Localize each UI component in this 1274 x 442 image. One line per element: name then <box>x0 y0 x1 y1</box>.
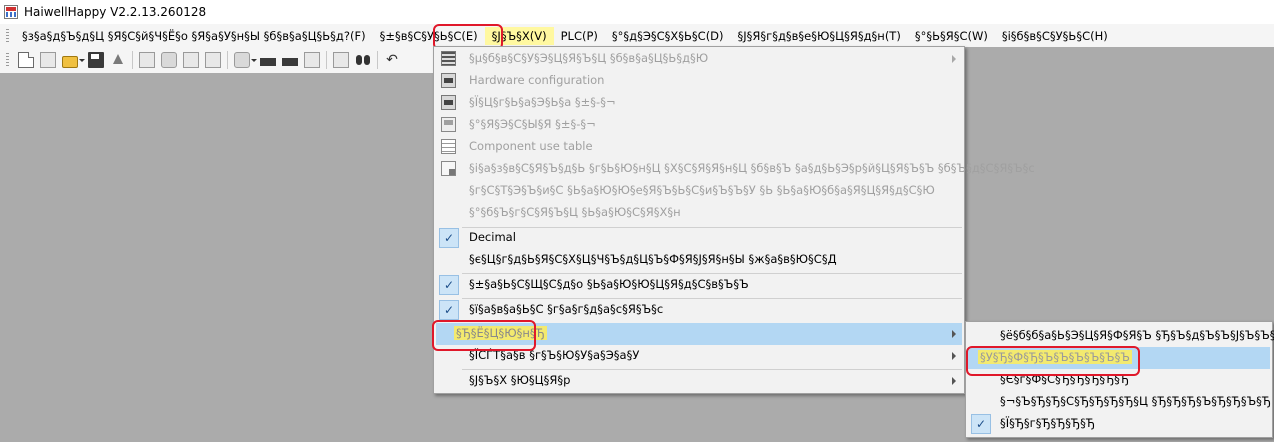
menu-item-hardware-configuration[interactable]: Hardware configuration <box>436 70 962 92</box>
menu-item-multi-plc[interactable]: §Ї§Ц§г§Ь§а§Э§Ь§а §±§-§¬ <box>436 92 962 114</box>
toolbar-grip[interactable] <box>6 53 9 67</box>
open-folder-icon[interactable] <box>62 55 78 68</box>
window-title: HaiwellHappy V2.2.13.260128 <box>24 5 207 19</box>
submenu-arrow-icon <box>952 377 956 385</box>
search-icon[interactable] <box>355 52 371 68</box>
view-dropdown-menu: §µ§б§в§С§У§Э§Ц§Я§Ъ§Ц §б§в§а§Ц§Ь§д§Ю Hard… <box>433 46 1035 394</box>
print-preview-icon[interactable] <box>161 52 177 68</box>
menu-debug[interactable]: §°§д§Э§С§Х§Ь§С(D) <box>605 27 731 45</box>
menu-edit[interactable]: §±§в§С§У§Ь§С(E) <box>373 27 485 45</box>
ladder-dropdown-icon[interactable] <box>251 58 257 62</box>
print-icon[interactable] <box>139 52 155 68</box>
app-logo-icon <box>4 5 18 19</box>
submenu-item-2[interactable]: §У§Ђ§Ф§Ђ§Ъ§Ъ§Ъ§Ъ§Ъ§Ъ <box>968 347 1270 369</box>
menu-item-menu-view[interactable]: §Ј§Ъ§Х §Ю§Ц§Я§р <box>436 370 962 392</box>
edit-icon[interactable] <box>333 52 349 68</box>
config-icon <box>441 51 456 66</box>
menubar-grip[interactable] <box>6 28 9 43</box>
check-mark-icon: ✓ <box>971 414 991 434</box>
menu-item-hex-format[interactable]: §є§Ц§г§д§Ь§Я§С§Х§Ц§Ч§Ъ§д§Ц§Ъ§Ф§Я§Ј§Я§н§Ы… <box>436 249 962 271</box>
menu-file[interactable]: §з§а§д§Ъ§д§Ц §Я§С§й§Ч§Ё§о §Я§а§У§н§Ы §б§… <box>15 27 373 45</box>
ladder-icon[interactable] <box>234 52 250 68</box>
menu-item-theme[interactable]: §Ђ§Ё§Ц§Ю§н§Ђ <box>436 323 962 345</box>
upload-plc-icon[interactable] <box>282 58 298 66</box>
check-icon[interactable] <box>183 52 199 68</box>
new-file-icon[interactable] <box>18 52 34 68</box>
compile-icon[interactable] <box>205 52 221 68</box>
check-mark-icon: ✓ <box>439 300 459 320</box>
submenu-item-4[interactable]: §¬§Ъ§Ђ§Ђ§С§Ђ§Ђ§Ђ§Ђ§Ц §Ђ§Ђ§Ђ§Ъ§Ђ§Ђ§Ъ§Ђ <box>968 391 1271 413</box>
toolbar-separator <box>326 51 327 69</box>
menu-item-online-plc[interactable]: §°§Я§Э§С§Ы§Я §±§-§¬ <box>436 114 962 136</box>
check-mark-icon: ✓ <box>439 275 459 295</box>
new-project-icon[interactable] <box>40 52 56 68</box>
submenu-arrow-icon <box>952 55 956 63</box>
toolbar-separator <box>227 51 228 69</box>
plc-icon <box>441 95 456 110</box>
theme-submenu: §ё§б§б§а§Ь§Э§Ц§Я§Ф§Я§Ъ §Ђ§Ъ§д§Ъ§Ъ§Ј§Ъ§Ъ§… <box>965 321 1274 438</box>
hardware-icon <box>441 73 456 88</box>
menu-item-show-comments[interactable]: ✓ §±§а§Ь§С§Щ§С§д§о §Ь§а§Ю§Ю§Ц§Я§д§С§в§Ъ§… <box>436 274 962 296</box>
menu-plc[interactable]: PLC(P) <box>554 27 605 45</box>
online-icon <box>441 117 456 132</box>
menu-item-command-description[interactable]: §°§б§Ъ§г§С§Я§Ъ§Ц §Ь§а§Ю§С§Я§Х§н <box>436 202 962 224</box>
menu-view[interactable]: §Ј§Ъ§Х(V) <box>484 26 554 45</box>
toolbar: ↶ <box>0 47 440 73</box>
monitor-icon[interactable] <box>304 52 320 68</box>
menu-item-status-bar[interactable]: ✓ §ї§а§в§а§Ь§С §г§а§г§д§а§с§Я§Ъ§с <box>436 299 962 321</box>
submenu-arrow-icon <box>952 352 956 360</box>
submenu-item-5[interactable]: ✓ §Ї§Ђ§г§Ђ§Ђ§Ђ§Ђ <box>968 413 1270 435</box>
save-icon[interactable] <box>88 52 104 68</box>
edit-table-icon <box>441 161 456 176</box>
table-icon <box>441 139 456 154</box>
menu-item-component-use-table[interactable]: Component use table <box>436 136 962 158</box>
menu-item-communication-table[interactable]: §г§С§Т§Э§Ъ§и§С §Ь§а§Ю§Ю§е§Я§Ъ§Ь§С§и§Ъ§Ъ§… <box>436 180 962 202</box>
submenu-item-1[interactable]: §ё§б§б§а§Ь§Э§Ц§Я§Ф§Я§Ъ §Ђ§Ъ§д§Ъ§Ъ§Ј§Ъ§Ъ§… <box>968 325 1274 347</box>
open-dropdown-icon[interactable] <box>79 58 85 62</box>
check-mark-icon: ✓ <box>439 228 459 248</box>
submenu-arrow-icon <box>952 330 956 338</box>
menu-item-decimal[interactable]: ✓ Decimal <box>436 227 962 249</box>
title-bar: HaiwellHappy V2.2.13.260128 <box>0 0 1274 24</box>
menu-item-charset[interactable]: §ЇСЃТ§а§в §г§Ъ§Ю§У§а§Э§а§У <box>436 345 962 367</box>
undo-icon[interactable]: ↶ <box>384 52 400 68</box>
menu-bar: §з§а§д§Ъ§д§Ц §Я§С§й§Ч§Ё§о §Я§а§У§н§Ы §б§… <box>0 24 1274 47</box>
upload-icon[interactable] <box>110 52 126 68</box>
menu-window[interactable]: §°§Ь§Я§С(W) <box>908 27 995 45</box>
menu-tools[interactable]: §Ј§Я§г§д§в§е§Ю§Ц§Я§д§н(T) <box>731 27 908 45</box>
submenu-item-3[interactable]: §Є§г§Ф§С§Ђ§Ђ§Ђ§Ђ§Ђ <box>968 369 1270 391</box>
menu-item-project-manager[interactable]: §µ§б§в§С§У§Э§Ц§Я§Ъ§Ц §б§в§а§Ц§Ь§д§Ю <box>436 48 962 70</box>
toolbar-separator <box>132 51 133 69</box>
download-icon[interactable] <box>260 58 276 66</box>
toolbar-separator <box>377 51 378 69</box>
menu-help[interactable]: §і§б§в§С§У§Ь§С(H) <box>995 27 1115 45</box>
menu-item-retain-data[interactable]: §і§а§з§в§С§Я§Ъ§д§Ь §г§Ь§Ю§н§Ц §Х§С§Я§Я§н… <box>436 158 1035 180</box>
